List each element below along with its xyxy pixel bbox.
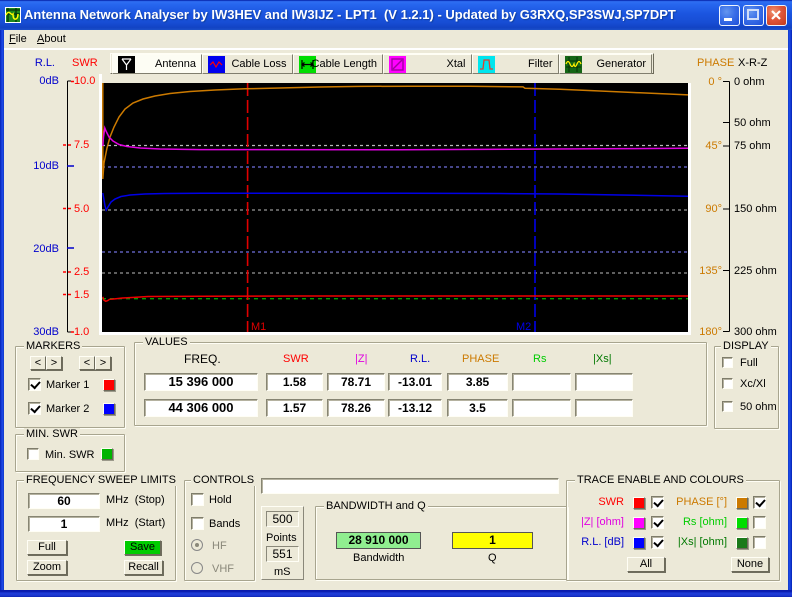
svg-text:M2: M2 <box>516 321 531 332</box>
svg-text:M1: M1 <box>251 321 266 332</box>
